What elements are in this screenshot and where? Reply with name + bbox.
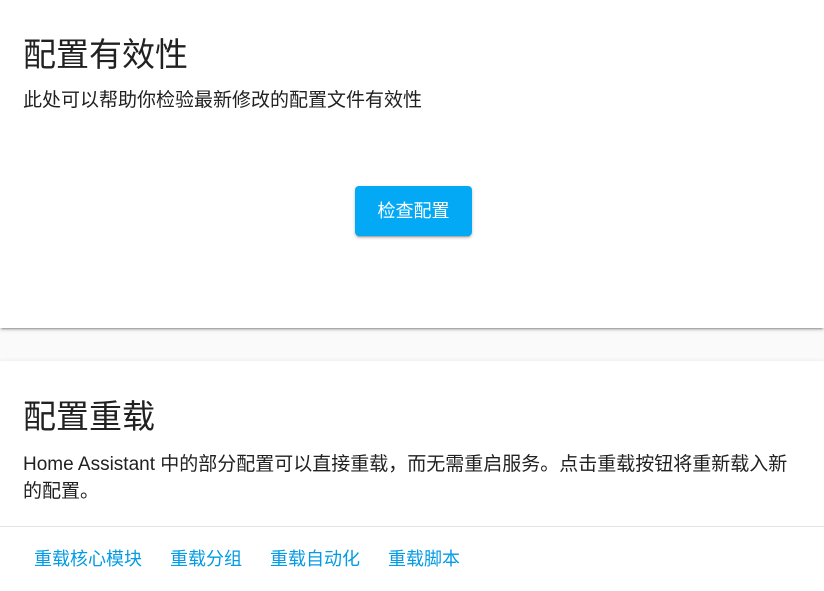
reload-actions: 重载核心模块 重载分组 重载自动化 重载脚本 (20, 539, 474, 579)
config-validation-title: 配置有效性 (23, 36, 188, 73)
config-validation-card: 配置有效性 此处可以帮助你检验最新修改的配置文件有效性 检查配置 (0, 0, 824, 328)
check-config-button[interactable]: 检查配置 (355, 186, 472, 236)
reload-groups-button[interactable]: 重载分组 (156, 539, 256, 579)
config-reload-description: Home Assistant 中的部分配置可以直接重载，而无需重启服务。点击重载… (23, 454, 788, 502)
config-reload-card: 配置重载 Home Assistant 中的部分配置可以直接重载，而无需重启服务… (0, 361, 824, 591)
reload-core-button[interactable]: 重载核心模块 (20, 539, 156, 579)
config-validation-description: 此处可以帮助你检验最新修改的配置文件有效性 (23, 90, 423, 111)
reload-automations-button[interactable]: 重载自动化 (256, 539, 374, 579)
card-divider (0, 526, 824, 527)
reload-scripts-button[interactable]: 重载脚本 (374, 539, 474, 579)
config-reload-title: 配置重载 (23, 398, 155, 435)
